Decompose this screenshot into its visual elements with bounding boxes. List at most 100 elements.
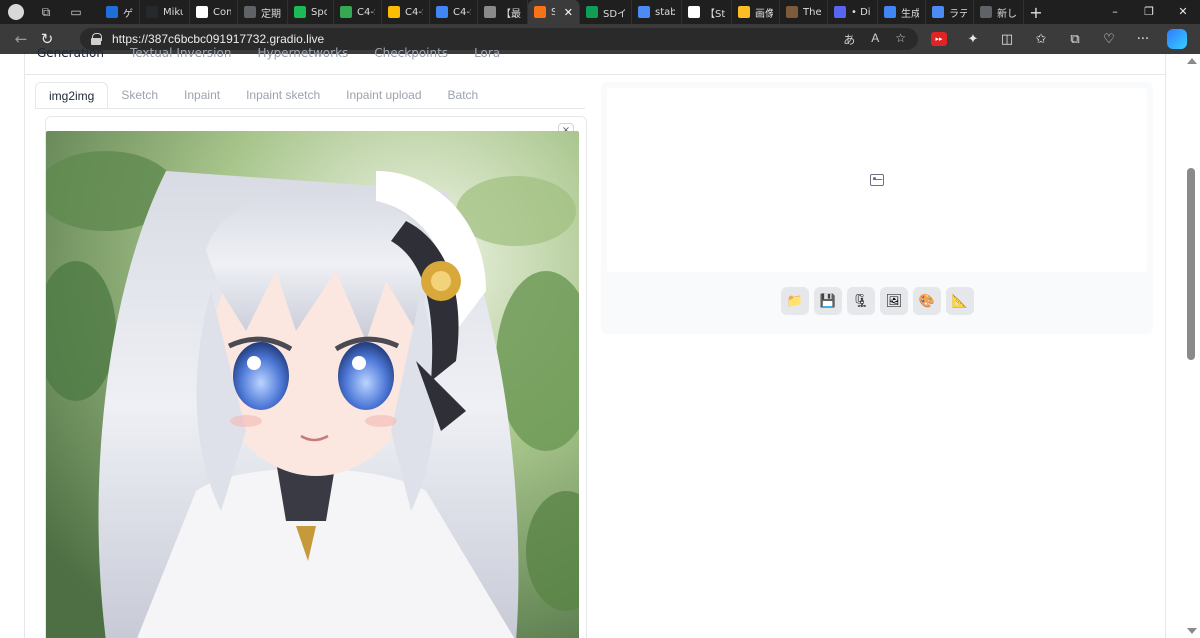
browser-tab-title: 生成 bbox=[901, 8, 919, 20]
browser-tab[interactable]: 画像 bbox=[732, 0, 780, 24]
zip-button[interactable]: 🗜 bbox=[847, 287, 875, 315]
favorite-star-icon[interactable]: ☆ bbox=[895, 31, 906, 48]
browser-tab-title: Cont bbox=[213, 6, 231, 18]
notion-icon bbox=[196, 6, 208, 18]
browser-tab-title: 定期 bbox=[261, 8, 281, 20]
browser-tab[interactable]: S✕ bbox=[528, 0, 580, 24]
extension-badge-icon: ▸▸ bbox=[931, 32, 947, 46]
split-screen-icon[interactable]: ◫ bbox=[994, 26, 1020, 52]
browser-tab[interactable]: 【最新 bbox=[478, 0, 528, 24]
browser-tab[interactable]: 生成 bbox=[878, 0, 926, 24]
save-button[interactable]: 💾 bbox=[814, 287, 842, 315]
top-tab-divider bbox=[25, 74, 1165, 75]
page-icon bbox=[688, 6, 700, 18]
window-controls: – ❐ ✕ bbox=[1098, 0, 1200, 24]
github-icon bbox=[146, 6, 158, 18]
discord-icon bbox=[834, 6, 846, 18]
tab-inpaint[interactable]: Inpaint bbox=[171, 82, 233, 109]
tab-textual-inversion[interactable]: Textual Inversion bbox=[130, 46, 231, 60]
scroll-up-arrow-icon[interactable] bbox=[1187, 58, 1197, 64]
tab-generation[interactable]: Generation bbox=[37, 46, 104, 60]
back-arrow-icon[interactable]: ← bbox=[8, 30, 34, 48]
face-icon bbox=[786, 6, 798, 18]
sheets-icon bbox=[586, 6, 598, 18]
browser-tab[interactable]: C4-S bbox=[382, 0, 430, 24]
browser-tab[interactable]: 新しい bbox=[974, 0, 1024, 24]
browser-tab[interactable]: Miku bbox=[140, 0, 190, 24]
more-menu-icon[interactable]: ··· bbox=[1130, 26, 1156, 52]
tab-inpaint-sketch[interactable]: Inpaint sketch bbox=[233, 82, 333, 109]
scroll-down-arrow-icon[interactable] bbox=[1187, 628, 1197, 634]
output-panel: 📁 💾 🗜 🖼 🎨 📐 bbox=[601, 82, 1153, 334]
browser-tab-title: S bbox=[551, 7, 555, 18]
tab-batch[interactable]: Batch bbox=[435, 82, 492, 109]
scrollbar-thumb[interactable] bbox=[1187, 168, 1195, 360]
browser-tab[interactable]: SDイ bbox=[580, 0, 632, 24]
input-image-box[interactable]: × bbox=[45, 116, 587, 638]
extension-red-icon[interactable]: ▸▸ bbox=[926, 26, 952, 52]
toolbar-right-icons: ▸▸ ✦ ◫ ✩ ⧉ ♡ ··· bbox=[926, 24, 1190, 54]
output-gallery[interactable] bbox=[607, 88, 1147, 272]
translate-icon[interactable]: あ bbox=[843, 31, 855, 48]
main-panel: Generation Textual Inversion Hypernetwor… bbox=[24, 46, 1166, 638]
image-placeholder-icon bbox=[870, 174, 884, 186]
read-aloud-icon[interactable]: A bbox=[871, 31, 879, 48]
send-to-inpaint-button[interactable]: 🎨 bbox=[913, 287, 941, 315]
page-icon bbox=[244, 6, 256, 18]
tab-sketch[interactable]: Sketch bbox=[108, 82, 171, 109]
browser-tab[interactable]: The : bbox=[780, 0, 828, 24]
tab-img2img[interactable]: img2img bbox=[35, 82, 109, 109]
browser-tab[interactable]: 定期 bbox=[238, 0, 288, 24]
search-icon bbox=[638, 6, 650, 18]
output-action-buttons: 📁 💾 🗜 🖼 🎨 📐 bbox=[781, 287, 974, 315]
profile-avatar[interactable] bbox=[8, 4, 24, 20]
browser-tab-title: 【最新 bbox=[501, 8, 521, 20]
browser-tab-title: The : bbox=[803, 6, 821, 18]
browser-tab-title: ラテン bbox=[949, 8, 967, 20]
tab-inpaint-upload[interactable]: Inpaint upload bbox=[333, 82, 434, 109]
anime-girl-image bbox=[46, 131, 579, 638]
game-icon bbox=[106, 6, 118, 18]
browser-tab-title: Spot bbox=[311, 6, 327, 18]
browser-tab[interactable]: ラテン bbox=[926, 0, 974, 24]
workspaces-icon[interactable]: ⧉ bbox=[38, 4, 54, 20]
new-tab-button[interactable]: + bbox=[1024, 3, 1048, 22]
newtab-icon bbox=[980, 6, 992, 18]
browser-tab-title: C4-S bbox=[405, 6, 423, 18]
browser-tab[interactable]: stabl bbox=[632, 0, 682, 24]
img2img-mode-tabs: img2img Sketch Inpaint Inpaint sketch In… bbox=[35, 82, 491, 109]
sub-tab-divider bbox=[35, 108, 585, 109]
address-bar-actions: あ A ☆ bbox=[843, 31, 918, 48]
tab-lora[interactable]: Lora bbox=[474, 46, 500, 60]
copilot-logo-icon bbox=[1167, 29, 1187, 49]
browser-tab-title: 【Stal bbox=[705, 8, 725, 20]
copilot-icon[interactable] bbox=[1164, 26, 1190, 52]
spotify-icon bbox=[294, 6, 306, 18]
tab-hypernetworks[interactable]: Hypernetworks bbox=[257, 46, 348, 60]
close-tab-icon[interactable]: ✕ bbox=[564, 6, 573, 19]
browser-tab-title: ゲーム bbox=[123, 8, 133, 20]
close-window-button[interactable]: ✕ bbox=[1166, 0, 1200, 24]
performance-icon[interactable]: ♡ bbox=[1096, 26, 1122, 52]
browser-tab[interactable]: ゲーム bbox=[100, 0, 140, 24]
favorites-icon[interactable]: ✩ bbox=[1028, 26, 1054, 52]
lock-icon bbox=[90, 33, 102, 45]
browser-tab-title: stabl bbox=[655, 6, 675, 18]
browser-tab-title: 新しい bbox=[997, 8, 1017, 20]
browser-tab[interactable]: C4-S bbox=[334, 0, 382, 24]
send-to-img2img-button[interactable]: 🖼 bbox=[880, 287, 908, 315]
send-to-extras-button[interactable]: 📐 bbox=[946, 287, 974, 315]
browser-tab[interactable]: • Dis bbox=[828, 0, 878, 24]
browser-tab[interactable]: C4-S bbox=[430, 0, 478, 24]
browser-tab-title: 画像 bbox=[755, 8, 773, 20]
collections-icon[interactable]: ⧉ bbox=[1062, 26, 1088, 52]
open-folder-button[interactable]: 📁 bbox=[781, 287, 809, 315]
extensions-puzzle-icon[interactable]: ✦ bbox=[960, 26, 986, 52]
minimize-button[interactable]: – bbox=[1098, 0, 1132, 24]
tab-actions-icon[interactable]: ▭ bbox=[68, 4, 84, 20]
browser-tab[interactable]: Cont bbox=[190, 0, 238, 24]
browser-tab[interactable]: Spot bbox=[288, 0, 334, 24]
restore-button[interactable]: ❐ bbox=[1132, 0, 1166, 24]
browser-tab[interactable]: 【Stal bbox=[682, 0, 732, 24]
tab-checkpoints[interactable]: Checkpoints bbox=[374, 46, 448, 60]
